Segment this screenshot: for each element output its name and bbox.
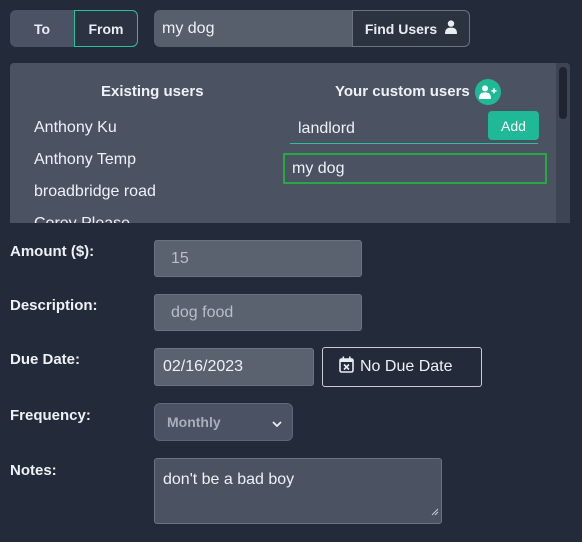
notes-text: don't be a bad boy: [163, 471, 295, 488]
frequency-label: Frequency:: [10, 407, 91, 424]
from-toggle-button[interactable]: From: [74, 10, 138, 47]
chevron-down-icon: [272, 414, 282, 430]
user-search-input[interactable]: [154, 10, 354, 47]
custom-user-item[interactable]: my dog: [283, 153, 547, 184]
no-due-date-button[interactable]: No Due Date: [322, 347, 482, 387]
find-users-label: Find Users: [364, 20, 438, 37]
resize-grip-icon[interactable]: [430, 503, 439, 521]
frequency-select[interactable]: Monthly: [154, 403, 293, 441]
existing-users-header: Existing users: [101, 83, 204, 100]
find-users-button[interactable]: Find Users: [352, 10, 470, 47]
panel-scrollbar[interactable]: [556, 63, 570, 223]
description-label: Description:: [10, 297, 98, 314]
scrollbar-thumb[interactable]: [559, 67, 567, 119]
amount-label: Amount ($):: [10, 243, 95, 260]
notes-label: Notes:: [10, 462, 57, 479]
due-date-input[interactable]: 02/16/2023: [154, 348, 314, 386]
description-input[interactable]: dog food: [154, 294, 362, 331]
users-panel: Existing users Your custom users Anthony…: [10, 63, 570, 223]
user-icon: [445, 20, 458, 37]
custom-users-header: Your custom users: [335, 83, 470, 100]
to-toggle-button[interactable]: To: [10, 10, 74, 47]
direction-toggle: To From: [10, 10, 138, 47]
existing-user-item[interactable]: broadbridge road: [34, 183, 156, 201]
existing-user-item[interactable]: Anthony Ku: [34, 119, 117, 137]
amount-input[interactable]: 15: [154, 240, 362, 277]
notes-textarea[interactable]: don't be a bad boy: [154, 458, 442, 524]
due-date-label: Due Date:: [10, 351, 81, 368]
no-due-date-label: No Due Date: [360, 358, 453, 375]
existing-user-item[interactable]: Anthony Temp: [34, 151, 136, 169]
existing-user-item[interactable]: Corey Please: [34, 215, 130, 223]
calendar-x-icon: [339, 356, 354, 378]
frequency-selected-value: Monthly: [167, 414, 221, 430]
add-custom-user-button[interactable]: Add: [488, 111, 539, 140]
add-custom-user-icon[interactable]: [475, 79, 501, 105]
